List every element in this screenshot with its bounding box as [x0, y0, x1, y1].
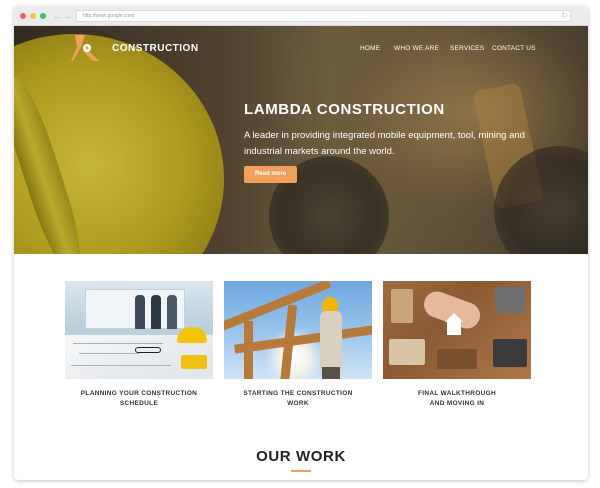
card-caption[interactable]: FINAL WALKTHROUGH AND MOVING IN [373, 389, 541, 409]
hero-subtitle: A leader in providing integrated mobile … [244, 130, 525, 157]
service-card-planning[interactable]: PLANNING YOUR CONSTRUCTION SCHEDULE [65, 281, 213, 407]
planning-image[interactable] [65, 281, 213, 379]
nav-home[interactable]: HOME [360, 45, 380, 52]
person-figure [135, 295, 145, 329]
minimize-window-icon[interactable] [30, 13, 36, 19]
hero-banner: CONSTRUCTION HOME WHO WE ARE SERVICES CO… [14, 26, 588, 254]
desk-item [437, 349, 477, 369]
back-arrow-icon[interactable]: ← [53, 10, 62, 22]
blueprint-line [71, 365, 171, 366]
logo-icon[interactable] [71, 33, 101, 63]
tape-measure-icon [181, 355, 207, 369]
house-keychain-icon [447, 321, 461, 335]
close-window-icon[interactable] [20, 13, 26, 19]
card-caption[interactable]: PLANNING YOUR CONSTRUCTION SCHEDULE [55, 389, 223, 409]
main-navigation: HOME WHO WE ARE SERVICES CONTACT US [354, 45, 544, 55]
our-work-heading: OUR WORK [256, 448, 346, 465]
person-figure [151, 295, 161, 329]
blueprint-line [79, 353, 139, 354]
browser-window: ← → http://www.google.com/ ↻ CONSTRUCTIO… [14, 6, 588, 480]
forward-arrow-icon[interactable]: → [63, 10, 72, 22]
desk-item [495, 287, 525, 313]
nav-who-we-are[interactable]: WHO WE ARE [394, 45, 439, 52]
read-more-button[interactable]: Read more [244, 166, 297, 183]
blueprint-line [73, 343, 163, 344]
worker-figure [320, 311, 342, 369]
heading-underline [291, 470, 311, 472]
card-caption-line: AND MOVING IN [429, 400, 485, 407]
hard-hat-icon [177, 327, 207, 343]
card-caption-line: FINAL WALKTHROUGH [418, 390, 496, 397]
person-figure [167, 295, 177, 329]
walkthrough-image[interactable] [383, 281, 531, 379]
starting-image[interactable] [224, 281, 372, 379]
nav-services[interactable]: SERVICES [450, 45, 484, 52]
service-card-walkthrough[interactable]: FINAL WALKTHROUGH AND MOVING IN [383, 281, 531, 407]
maximize-window-icon[interactable] [40, 13, 46, 19]
service-card-starting[interactable]: STARTING THE CONSTRUCTION WORK [224, 281, 372, 407]
desk-item [389, 339, 425, 365]
wood-post [244, 321, 253, 379]
hero-title: LAMBDA CONSTRUCTION [244, 101, 445, 118]
card-caption-line: SCHEDULE [119, 400, 159, 407]
worker-legs [322, 367, 340, 379]
glasses-icon [135, 347, 161, 353]
nav-contact-us[interactable]: CONTACT US [492, 45, 536, 52]
card-caption-line: PLANNING YOUR CONSTRUCTION [80, 390, 198, 397]
laptop-icon [493, 339, 527, 367]
card-caption[interactable]: STARTING THE CONSTRUCTION WORK [214, 389, 382, 409]
browser-toolbar: ← → http://www.google.com/ ↻ [14, 6, 588, 26]
reload-icon[interactable]: ↻ [561, 11, 568, 21]
card-caption-line: STARTING THE CONSTRUCTION [243, 390, 353, 397]
worker-hard-hat [322, 297, 338, 311]
address-bar[interactable]: http://www.google.com/ [76, 10, 571, 22]
card-caption-line: WORK [287, 400, 309, 407]
logo-text[interactable]: CONSTRUCTION [112, 43, 199, 54]
desk-item [391, 289, 413, 323]
